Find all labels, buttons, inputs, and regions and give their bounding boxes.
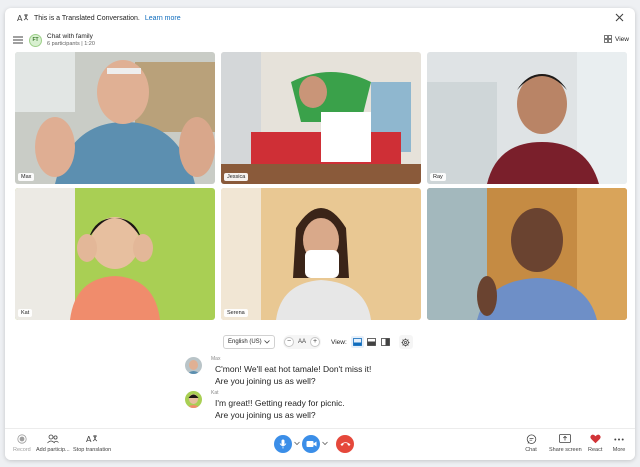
share-screen-button[interactable]: Share screen bbox=[549, 433, 582, 453]
svg-text:A: A bbox=[17, 14, 23, 23]
layout-bottom-button[interactable] bbox=[350, 336, 364, 348]
video-tile-ray[interactable]: Ray bbox=[427, 52, 627, 184]
microphone-options-chevron-icon[interactable] bbox=[294, 440, 300, 446]
participant-video bbox=[427, 188, 627, 320]
react-label: React bbox=[588, 447, 603, 453]
layout-bottom-icon bbox=[352, 338, 362, 346]
translate-icon: A bbox=[17, 14, 29, 23]
layout-split-button[interactable] bbox=[365, 336, 378, 348]
camera-options-chevron-icon[interactable] bbox=[322, 440, 328, 446]
end-call-button[interactable] bbox=[336, 435, 354, 453]
text-size-icon: AA bbox=[298, 339, 307, 345]
participant-video bbox=[221, 52, 421, 184]
participant-name: Kat bbox=[18, 309, 33, 317]
record-icon bbox=[17, 434, 27, 444]
message-line: Are you joining us as well? bbox=[215, 376, 316, 386]
svg-text:A: A bbox=[86, 435, 92, 444]
chat-button[interactable]: Chat bbox=[524, 433, 538, 453]
message-kat: Kat I'm great!! Getting ready for picnic… bbox=[185, 390, 445, 424]
video-tile-max[interactable]: Max bbox=[15, 52, 215, 184]
gear-icon bbox=[401, 337, 410, 347]
more-label: More bbox=[612, 447, 626, 453]
message-line: Are you joining us as well? bbox=[215, 410, 316, 420]
react-button[interactable]: React bbox=[588, 433, 602, 453]
participant-video bbox=[15, 188, 215, 320]
message-line: I'm great!! Getting ready for picnic. bbox=[215, 398, 345, 408]
microphone-button[interactable] bbox=[274, 435, 292, 453]
add-people-icon bbox=[47, 434, 59, 444]
video-tile-serena[interactable]: Serena bbox=[221, 188, 421, 320]
sender-avatar bbox=[185, 357, 202, 374]
hamburger-menu-icon[interactable] bbox=[13, 36, 23, 44]
language-select[interactable]: English (US) bbox=[223, 335, 275, 349]
microphone-icon bbox=[279, 439, 287, 449]
selected-language: English (US) bbox=[228, 339, 262, 345]
participants-count: 6 participants | 1:20 bbox=[47, 40, 95, 47]
heart-icon bbox=[590, 434, 601, 444]
chat-info: Chat with family 6 participants | 1:20 bbox=[47, 33, 95, 48]
text-size-controls: − AA + bbox=[283, 335, 322, 349]
layout-side-icon bbox=[380, 338, 390, 346]
stop-translation-label: Stop translation bbox=[73, 447, 112, 453]
add-participants-button[interactable]: Add particip... bbox=[36, 433, 70, 453]
participant-name: Serena bbox=[224, 309, 248, 317]
more-options-icon bbox=[614, 438, 624, 440]
group-avatar[interactable]: FT bbox=[29, 33, 42, 47]
banner-text: This is a Translated Conversation. bbox=[34, 14, 140, 22]
add-participants-label: Add particip... bbox=[36, 447, 70, 453]
sender-avatar bbox=[185, 391, 202, 408]
share-screen-icon bbox=[559, 434, 572, 443]
chat-name: Chat with family bbox=[47, 32, 93, 40]
decrease-text-size-button[interactable]: − bbox=[284, 337, 294, 347]
layout-split-icon bbox=[366, 338, 376, 346]
translation-settings-button[interactable] bbox=[398, 335, 413, 349]
participant-name: Ray bbox=[430, 173, 446, 181]
view-label: View bbox=[615, 35, 629, 43]
chat-icon bbox=[526, 433, 536, 444]
increase-text-size-button[interactable]: + bbox=[310, 337, 321, 347]
participant-name: Jessica bbox=[224, 173, 249, 181]
call-toolbar: Record Add particip... A Stop translatio… bbox=[5, 428, 635, 460]
message-max: Max C'mon! We'll eat hot tamale! Don't m… bbox=[185, 356, 445, 390]
video-tile-kat[interactable]: Kat bbox=[15, 188, 215, 320]
message-sender: Kat bbox=[211, 390, 219, 396]
view-button[interactable]: View bbox=[604, 35, 629, 43]
camera-button[interactable] bbox=[302, 435, 320, 453]
call-window: A This is a Translated Conversation. Lea… bbox=[5, 8, 635, 460]
message-sender: Max bbox=[211, 356, 221, 362]
video-tile-participant-6[interactable] bbox=[427, 188, 627, 320]
record-button[interactable]: Record bbox=[13, 433, 31, 453]
view-mode-label: View: bbox=[331, 338, 347, 346]
participant-video bbox=[427, 52, 627, 184]
chat-header: FT Chat with family 6 participants | 1:2… bbox=[5, 28, 635, 52]
participant-video bbox=[221, 188, 421, 320]
share-screen-label: Share screen bbox=[549, 447, 582, 453]
participant-name: Max bbox=[18, 173, 35, 181]
grid-view-icon bbox=[604, 35, 612, 43]
layout-side-button[interactable] bbox=[379, 336, 392, 348]
chevron-down-icon bbox=[264, 340, 270, 344]
hang-up-icon bbox=[340, 442, 350, 446]
chat-label: Chat bbox=[525, 447, 537, 453]
translation-banner: A This is a Translated Conversation. Lea… bbox=[5, 8, 635, 28]
close-icon[interactable] bbox=[614, 12, 625, 23]
stop-translation-button[interactable]: A Stop translation bbox=[73, 433, 111, 453]
message-line: C'mon! We'll eat hot tamale! Don't miss … bbox=[215, 364, 372, 374]
record-label: Record bbox=[13, 447, 31, 453]
translate-icon: A bbox=[86, 435, 98, 444]
video-camera-icon bbox=[306, 441, 316, 447]
video-tile-jessica[interactable]: Jessica bbox=[221, 52, 421, 184]
learn-more-link[interactable]: Learn more bbox=[145, 15, 181, 22]
participant-video bbox=[15, 52, 215, 184]
more-button[interactable]: More bbox=[612, 433, 626, 453]
translation-controls: English (US) − AA + View: bbox=[223, 334, 419, 350]
